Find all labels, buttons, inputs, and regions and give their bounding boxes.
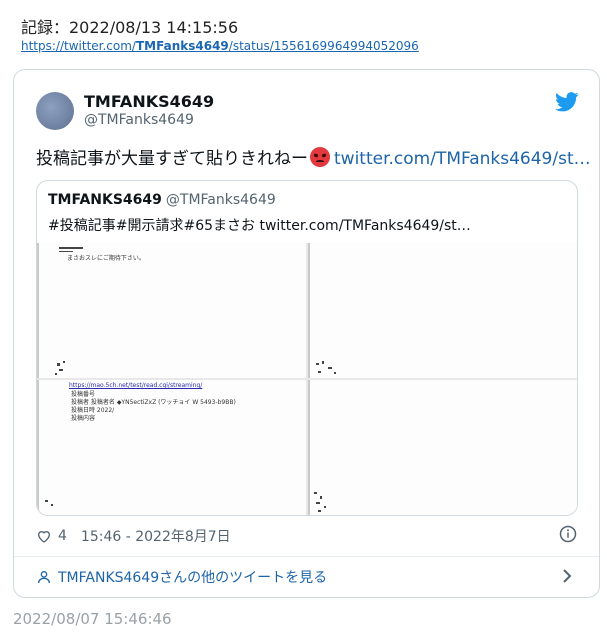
url-username: TMFanks4649	[135, 39, 229, 53]
quoted-author: TMFANKS4649 @TMFanks4649	[48, 192, 276, 208]
tweet-text: 投稿記事が大量すぎて貼りきれねー	[36, 149, 308, 169]
more-tweets-label: TMFANKS4649さんの他のツイートを見る	[58, 570, 328, 586]
media-grid: まさおスレにご期待下さい。 https://mao.5ch.net/test/r…	[37, 243, 577, 515]
angry-face-icon	[310, 147, 330, 167]
more-tweets-link[interactable]: TMFANKS4649さんの他のツイートを見る	[36, 567, 327, 587]
quoted-display-name: TMFANKS4649	[48, 192, 162, 208]
media-image-3[interactable]: https://mao.5ch.net/test/read.cgi/stream…	[37, 380, 306, 515]
media-image-1[interactable]: まさおスレにご期待下さい。	[37, 243, 306, 378]
tweet-body: 投稿記事が大量すぎて貼りきれねー twitter.com/TMFanks4649/…	[36, 144, 591, 169]
scan-field-author: 投稿者 投稿者名 ◆YN5ectiZxZ (ワッチョイ W 5493-b9BB)	[71, 399, 236, 406]
scan-field-date: 投稿日時 2022/	[71, 407, 115, 414]
url-prefix: https://twitter.com/	[21, 39, 136, 53]
media-image-2[interactable]	[308, 243, 577, 378]
url-suffix: /status/1556169964994052096	[228, 39, 419, 53]
tweet-source-link[interactable]: https://twitter.com/TMFanks4649/status/1…	[21, 39, 419, 53]
scan-field-body: 投稿内容	[71, 415, 96, 422]
quoted-handle: @TMFanks4649	[165, 192, 276, 208]
scan-caption: まさおスレにご期待下さい。	[67, 255, 145, 262]
tweet-meta: 4 15:46 - 2022年8月7日	[36, 526, 231, 546]
archived-timestamp: 2022/08/07 15:46:46	[13, 610, 172, 628]
info-icon[interactable]	[559, 525, 577, 543]
embedded-tweet-card[interactable]: TMFANKS4649 @TMFanks4649 投稿記事が大量すぎて貼りきれね…	[13, 69, 600, 598]
author-handle[interactable]: @TMFanks4649	[84, 112, 194, 128]
scan-field-number: 投稿番号	[71, 391, 96, 398]
avatar[interactable]	[36, 92, 74, 130]
tweet-link[interactable]: twitter.com/TMFanks4649/st…	[334, 149, 591, 169]
like-count: 4	[58, 528, 67, 544]
person-icon	[38, 571, 50, 584]
twitter-bird-icon[interactable]	[555, 92, 579, 112]
scan-url: https://mao.5ch.net/test/read.cgi/stream…	[69, 382, 203, 389]
quoted-tweet[interactable]: TMFANKS4649 @TMFanks4649 #投稿記事#開示請求#65まさお…	[36, 180, 578, 516]
media-image-4[interactable]	[308, 380, 577, 515]
quoted-text: #投稿記事#開示請求#65まさお twitter.com/TMFanks4649…	[48, 218, 471, 234]
divider	[14, 556, 599, 557]
author-display-name[interactable]: TMFANKS4649	[84, 92, 214, 111]
record-timestamp: 記録：2022/08/13 14:15:56	[21, 18, 239, 37]
chevron-right-icon[interactable]	[561, 568, 573, 584]
heart-icon[interactable]	[36, 528, 52, 544]
tweet-timestamp[interactable]: 15:46 - 2022年8月7日	[81, 526, 231, 546]
